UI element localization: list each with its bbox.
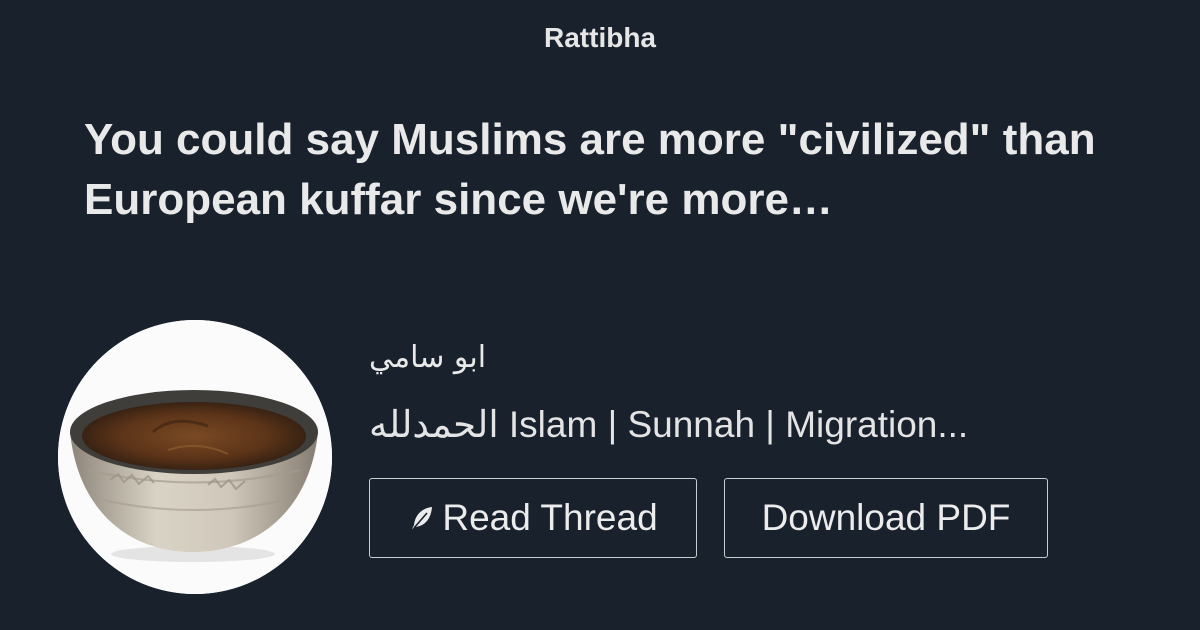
- brand-name: Rattibha: [544, 22, 656, 53]
- feather-icon: [412, 507, 433, 529]
- thread-title: You could say Muslims are more "civilize…: [84, 115, 1096, 224]
- read-thread-label: Read Thread: [442, 497, 658, 538]
- author-name: ابو سامي: [369, 340, 487, 375]
- download-pdf-button[interactable]: Download PDF: [724, 478, 1048, 558]
- avatar: [58, 320, 332, 594]
- author-bio: الحمدلله Islam | Sunnah | Migration...: [369, 404, 969, 445]
- download-pdf-label: Download PDF: [761, 497, 1011, 538]
- read-thread-button[interactable]: Read Thread: [369, 478, 697, 558]
- bowl-image: [58, 320, 332, 594]
